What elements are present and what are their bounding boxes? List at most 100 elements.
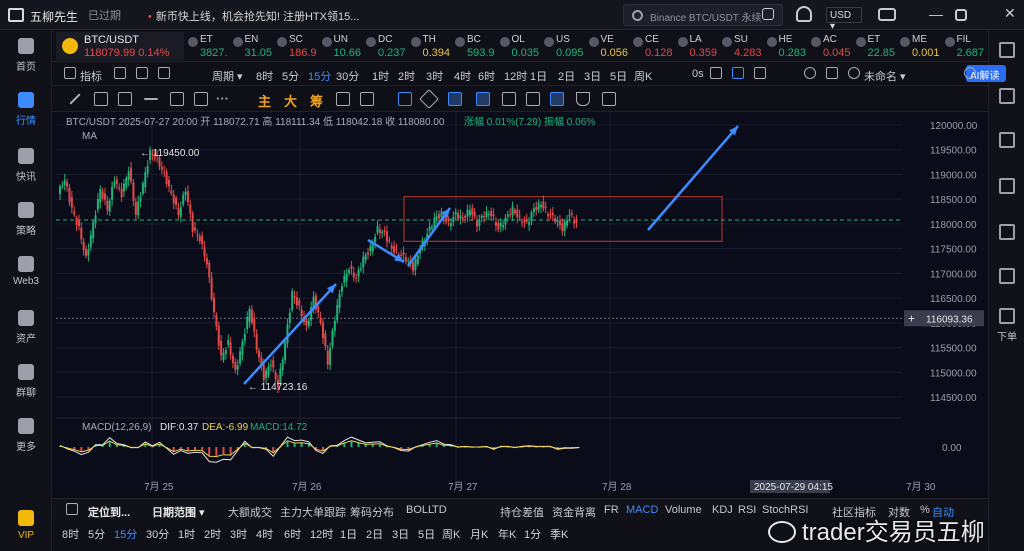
indicator-9[interactable]: Volume	[665, 504, 702, 516]
minimize-button[interactable]: —	[929, 6, 943, 22]
calendar-icon[interactable]	[136, 67, 148, 79]
ticker-item[interactable]: SC 186.9	[277, 32, 320, 60]
currency-select[interactable]: USD ▾	[826, 7, 862, 32]
interval-tab-5[interactable]: 2时	[204, 526, 221, 542]
hide-icon[interactable]	[526, 92, 540, 106]
menu-icon[interactable]	[66, 503, 78, 515]
interval-tab-11[interactable]: 2日	[366, 526, 383, 542]
ticker-item[interactable]: UN 10.66	[321, 32, 365, 60]
parallel-icon[interactable]	[118, 92, 132, 106]
big-order-button[interactable]: 大	[284, 91, 297, 110]
sidebar-item[interactable]: 行情	[0, 92, 52, 127]
document-icon[interactable]	[999, 88, 1015, 104]
share-icon[interactable]	[964, 67, 976, 79]
ticker-item[interactable]: EN 31.05	[232, 32, 276, 60]
stay-draw-icon[interactable]	[550, 92, 564, 106]
interval-tab-10[interactable]: 1日	[340, 526, 357, 542]
expand-icon[interactable]	[762, 8, 774, 20]
sidebar-item[interactable]: 首页	[0, 38, 52, 73]
camera-icon[interactable]	[710, 67, 722, 79]
main-force-button[interactable]: 主	[258, 91, 271, 110]
sidebar-item[interactable]: 资产	[0, 310, 52, 345]
ticker-item[interactable]: LA 0.359	[677, 32, 721, 60]
interval-tab-13[interactable]: 5日	[418, 526, 435, 542]
sidebar-item[interactable]: VIP	[0, 510, 52, 541]
ticker-main[interactable]: BTC/USDT 118079.99 0.14%	[56, 32, 184, 60]
interval-2[interactable]: 15分	[308, 68, 331, 84]
interval-10[interactable]: 1日	[530, 68, 547, 84]
interval-1[interactable]: 5分	[282, 68, 299, 84]
indicator-2[interactable]: 筹码分布	[350, 504, 394, 520]
undo-icon[interactable]	[754, 67, 766, 79]
orderbook-icon[interactable]	[999, 132, 1015, 148]
order-icon[interactable]	[999, 308, 1015, 324]
order-label[interactable]: 下单	[997, 328, 1017, 343]
interval-4[interactable]: 1时	[372, 68, 389, 84]
trash-icon[interactable]	[502, 92, 516, 106]
interval-3[interactable]: 30分	[336, 68, 359, 84]
eraser-icon[interactable]	[419, 89, 439, 109]
settings-icon[interactable]	[804, 67, 816, 79]
ticker-item[interactable]: FIL 2.687	[944, 32, 988, 60]
interval-tab-9[interactable]: 12时	[310, 526, 333, 542]
interval-13[interactable]: 5日	[610, 68, 627, 84]
search-input[interactable]: Binance BTC/USDT 永续	[623, 4, 783, 26]
ticker-item[interactable]: OL 0.035	[499, 32, 543, 60]
brush-icon[interactable]	[194, 92, 208, 106]
interval-0[interactable]: 8时	[256, 68, 273, 84]
interval-tab-0[interactable]: 8时	[62, 526, 79, 542]
interval-tab-12[interactable]: 3日	[392, 526, 409, 542]
interval-tab-2[interactable]: 15分	[114, 526, 137, 542]
indicator-3[interactable]: BOLL	[406, 504, 434, 516]
indicator-4[interactable]: TD	[432, 504, 447, 516]
ticker-item[interactable]: ME 0.001	[900, 32, 943, 60]
indicators-button[interactable]: 指标	[80, 68, 102, 84]
grid-icon[interactable]	[64, 67, 76, 79]
trendline-icon[interactable]	[69, 93, 81, 105]
interval-tab-8[interactable]: 6时	[284, 526, 301, 542]
sidebar-item[interactable]: 策略	[0, 202, 52, 237]
ticker-item[interactable]: BC 593.9	[455, 32, 498, 60]
interval-5[interactable]: 2时	[398, 68, 415, 84]
layout-save-icon[interactable]	[848, 67, 860, 79]
interval-7[interactable]: 4时	[454, 68, 471, 84]
ticker-item[interactable]: HE 0.283	[766, 32, 810, 60]
fullscreen-icon[interactable]	[826, 67, 838, 79]
hline-icon[interactable]	[144, 98, 158, 100]
interval-6[interactable]: 3时	[426, 68, 443, 84]
lock-icon[interactable]	[476, 92, 490, 106]
interval-tab-14[interactable]: 周K	[442, 526, 460, 542]
interval-tab-7[interactable]: 4时	[256, 526, 273, 542]
magnet-icon[interactable]	[448, 92, 462, 106]
period-button[interactable]: 周期 ▾	[212, 68, 243, 84]
copy-icon[interactable]	[336, 92, 350, 106]
interval-tab-18[interactable]: 季K	[550, 526, 568, 542]
hlines-icon[interactable]	[94, 92, 108, 106]
sync-icon[interactable]	[360, 92, 374, 106]
grid-icon[interactable]	[999, 178, 1015, 194]
rect-icon[interactable]	[170, 92, 184, 106]
interval-tab-1[interactable]: 5分	[88, 526, 105, 542]
select-icon[interactable]	[398, 92, 412, 106]
notice-text[interactable]: • 新币快上线，机会抢先知! 注册HTX领15...	[148, 8, 359, 24]
filter-icon[interactable]	[576, 92, 590, 106]
mail-icon[interactable]	[878, 8, 896, 21]
interval-tab-3[interactable]: 30分	[146, 526, 169, 542]
indicator-10[interactable]: KDJ	[712, 504, 733, 516]
list-icon[interactable]	[999, 42, 1015, 58]
bell-icon[interactable]	[796, 6, 812, 22]
date-range-button[interactable]: 日期范围 ▾	[152, 504, 205, 520]
layout-name[interactable]: 未命名 ▾	[864, 68, 906, 84]
candle-type-icon[interactable]	[158, 67, 170, 79]
ticker-item[interactable]: US 0.095	[544, 32, 587, 60]
interval-tab-4[interactable]: 1时	[178, 526, 195, 542]
sidebar-item[interactable]: Web3	[0, 256, 52, 287]
pen-icon[interactable]	[732, 67, 744, 79]
sidebar-item[interactable]: 快讯	[0, 148, 52, 183]
interval-tab-16[interactable]: 年K	[498, 526, 516, 542]
indicator-8[interactable]: MACD	[626, 504, 658, 516]
expired-badge[interactable]: 已过期	[88, 7, 121, 23]
indicator-6[interactable]: 资金背离	[552, 504, 596, 520]
interval-9[interactable]: 12时	[504, 68, 527, 84]
delete-icon[interactable]	[602, 92, 616, 106]
